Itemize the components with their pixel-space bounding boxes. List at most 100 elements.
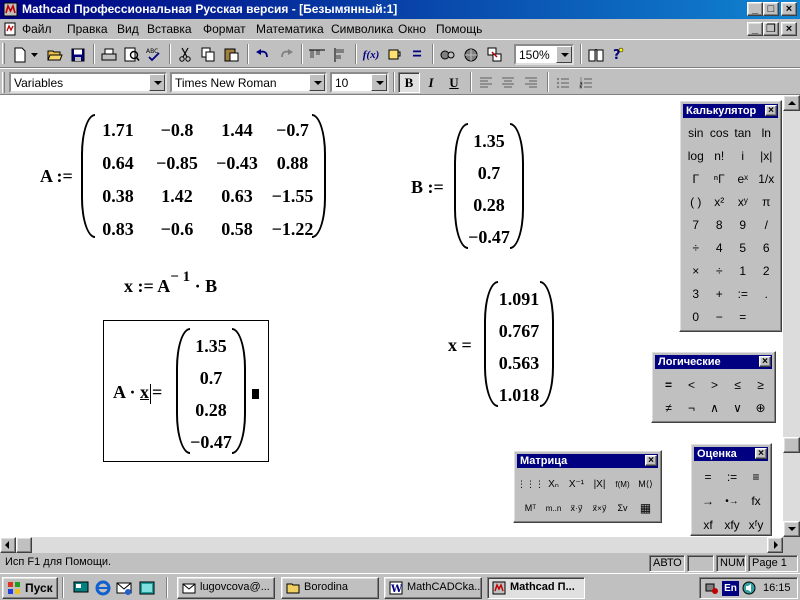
open-button[interactable] [44, 44, 66, 65]
eval-prefix-operator-button[interactable]: fx [744, 489, 768, 513]
start-button[interactable]: Пуск [2, 577, 58, 599]
insert-function-button[interactable]: f(x) [360, 44, 382, 65]
close-icon[interactable]: × [765, 105, 777, 116]
undo-button[interactable] [252, 44, 274, 65]
toolbar-grip[interactable] [2, 43, 5, 64]
save-button[interactable] [67, 44, 89, 65]
menu-view[interactable]: Вид [117, 22, 139, 36]
insert-unit-button[interactable] [383, 44, 405, 65]
vector-b-label[interactable]: B := [411, 177, 444, 198]
internet-explorer-icon[interactable] [95, 580, 111, 596]
calc-9-button[interactable]: 9 [731, 213, 755, 236]
style-combo[interactable]: Variables [9, 72, 167, 93]
resource-center-button[interactable] [460, 44, 482, 65]
calc-5-button[interactable]: 5 [731, 236, 755, 259]
result-label[interactable]: x = [448, 335, 472, 356]
redo-button[interactable] [275, 44, 297, 65]
check-expression[interactable]: A · x = [113, 382, 162, 404]
check-result-vector[interactable]: 1.35 0.7 0.28 −0.47 [176, 328, 246, 454]
solve-expression[interactable]: x := A− 1 · B [124, 269, 217, 297]
close-icon[interactable]: × [759, 356, 771, 367]
align-down-button[interactable] [329, 44, 351, 65]
minimize-button[interactable]: _ [747, 2, 763, 16]
child-minimize-button[interactable]: _ [747, 22, 763, 36]
calc-factorial-button[interactable]: n! [708, 144, 732, 167]
boolean-palette-titlebar[interactable]: Логические × [655, 355, 772, 369]
network-status-icon[interactable] [705, 581, 719, 595]
matrix-vectorize-button[interactable]: f(M) [611, 472, 634, 496]
matrix-vector-sum-button[interactable]: Σv [611, 496, 634, 520]
calc-define-button[interactable]: := [731, 282, 755, 305]
matrix-subscript-button[interactable]: Xₙ [542, 472, 565, 496]
chevron-down-icon[interactable] [149, 74, 165, 91]
toolbar-grip[interactable] [2, 72, 5, 93]
calculate-button[interactable]: = [406, 44, 428, 65]
taskbar-task-word[interactable]: W MathCADCka... [384, 577, 482, 599]
italic-button[interactable]: I [420, 72, 442, 93]
menu-help[interactable]: Помощь [436, 22, 482, 36]
cut-button[interactable] [174, 44, 196, 65]
calc-log-button[interactable]: log [684, 144, 708, 167]
eval-postfix-operator-button[interactable]: xf [696, 513, 720, 537]
calc-8-button[interactable]: 8 [708, 213, 732, 236]
calc-inline-divide-button[interactable]: ÷ [684, 236, 708, 259]
calc-square-button[interactable]: x² [708, 190, 732, 213]
scroll-left-arrow-icon[interactable] [0, 537, 16, 553]
numbering-button[interactable] [575, 72, 597, 93]
bool-or-button[interactable]: ∨ [726, 396, 749, 419]
paste-button[interactable] [220, 44, 242, 65]
matrix-a-label[interactable]: A := [40, 166, 73, 187]
eval-symbolic-button[interactable]: → [696, 489, 720, 513]
matrix-column-button[interactable]: M⟨⟩ [634, 472, 657, 496]
child-restore-button[interactable]: ❐ [763, 22, 779, 36]
close-button[interactable]: × [781, 2, 797, 16]
menu-edit[interactable]: Правка [67, 22, 108, 36]
eval-numeric-button[interactable]: = [696, 465, 720, 489]
language-indicator[interactable]: En [722, 581, 739, 596]
new-dropdown-arrow[interactable] [29, 44, 39, 65]
matrix-a[interactable]: 1.71 −0.8 1.44 −0.7 0.64 −0.85 −0.43 0.8… [81, 114, 326, 239]
bold-button[interactable]: B [398, 72, 420, 93]
scroll-up-arrow-icon[interactable] [783, 95, 800, 111]
evaluation-palette-titlebar[interactable]: Оценка × [694, 447, 768, 461]
close-icon[interactable]: × [645, 455, 657, 466]
calc-reciprocal-button[interactable]: 1/x [755, 167, 779, 190]
help-button[interactable]: ? [607, 44, 629, 65]
menu-math[interactable]: Математика [256, 22, 324, 36]
taskbar-task-mail[interactable]: lugovcova@... [177, 577, 275, 599]
matrix-range-button[interactable]: m..n [542, 496, 565, 520]
calc-tan-button[interactable]: tan [731, 121, 755, 144]
font-size-combo[interactable]: 10 [330, 72, 389, 93]
unit-placeholder[interactable] [252, 389, 259, 399]
calc-0-button[interactable]: 0 [684, 305, 708, 328]
calc-minus-button[interactable]: − [708, 305, 732, 328]
volume-icon[interactable] [742, 581, 756, 595]
document-icon[interactable] [3, 22, 17, 36]
bool-not-equal-button[interactable]: ≠ [657, 396, 680, 419]
menu-window[interactable]: Окно [398, 22, 426, 36]
matrix-picture-button[interactable]: ▦ [634, 496, 657, 520]
insert-component-button[interactable] [437, 44, 459, 65]
calc-3-button[interactable]: 3 [684, 282, 708, 305]
bool-xor-button[interactable]: ⊕ [749, 396, 772, 419]
font-combo[interactable]: Times New Roman [170, 72, 327, 93]
eval-infix-operator-button[interactable]: xfy [720, 513, 744, 537]
calc-6-button[interactable]: 6 [755, 236, 779, 259]
bool-not-button[interactable]: ¬ [680, 396, 703, 419]
calculator-palette-titlebar[interactable]: Калькулятор × [683, 104, 778, 118]
calc-imaginary-button[interactable]: i [731, 144, 755, 167]
menu-format[interactable]: Формат [203, 22, 246, 36]
underline-button[interactable]: U [443, 72, 465, 93]
align-across-button[interactable] [306, 44, 328, 65]
insert-hyperlink-button[interactable] [483, 44, 505, 65]
calc-sin-button[interactable]: sin [684, 121, 708, 144]
calc-sqrt-button[interactable]: Γ [684, 167, 708, 190]
matrix-transpose-button[interactable]: Mᵀ [519, 496, 542, 520]
calc-4-button[interactable]: 4 [708, 236, 732, 259]
maximize-button[interactable]: □ [763, 2, 779, 16]
eval-keyword-symbolic-button[interactable]: •→ [720, 489, 744, 513]
bool-greater-button[interactable]: > [703, 373, 726, 396]
scroll-right-arrow-icon[interactable] [767, 537, 783, 553]
new-document-button[interactable] [9, 44, 31, 65]
show-desktop-icon[interactable] [73, 580, 89, 595]
